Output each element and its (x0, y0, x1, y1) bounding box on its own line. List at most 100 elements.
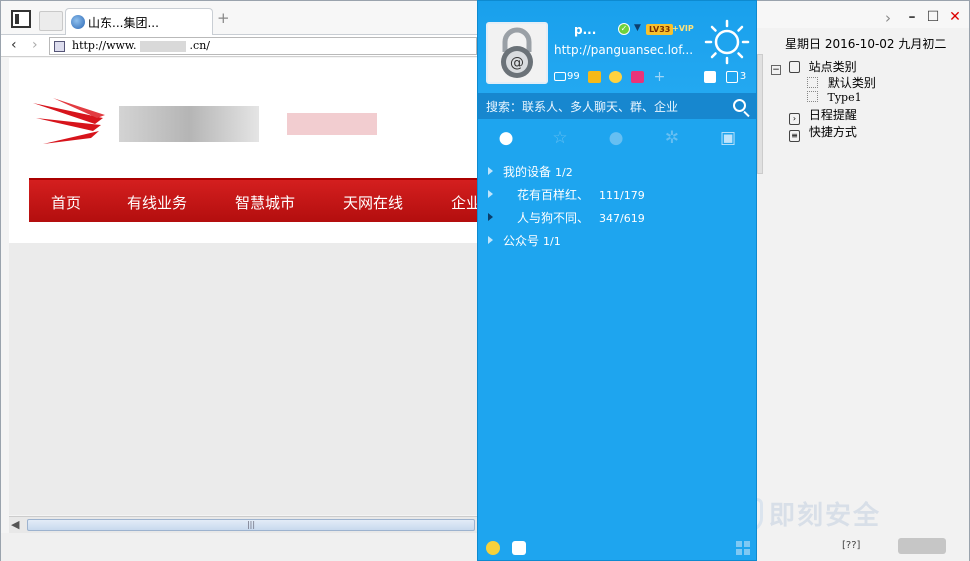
corner-redacted (898, 538, 946, 554)
expand-arrow-icon (488, 213, 493, 221)
tools-icon[interactable] (609, 70, 623, 83)
url-redacted (140, 40, 187, 52)
nickname[interactable]: p... (574, 23, 596, 37)
group-name: 花有百样红、 (517, 188, 590, 202)
top-right-icons: 3 (704, 69, 746, 83)
new-tab-button[interactable]: + (217, 9, 230, 27)
qq-bottom-bar (486, 541, 534, 558)
back-button[interactable]: ‹ (11, 37, 17, 53)
group-count: 347/619 (599, 212, 645, 225)
group-name: 我的设备 (503, 165, 552, 179)
watermark-text: 即刻安全 (769, 501, 882, 531)
level-badge[interactable]: LV33 (646, 24, 674, 35)
navigation-bar: ‹ › http://www. .cn/ (1, 35, 477, 57)
tree-item-type1[interactable]: Type1 (807, 91, 862, 104)
tab-apps-icon[interactable]: ✲ (662, 128, 682, 148)
leaf-icon (807, 91, 818, 102)
site-nav-home[interactable]: 首页 (51, 192, 81, 213)
site-nav-smart-city[interactable]: 智慧城市 (235, 192, 295, 213)
tree-item-label: 站点类别 (808, 60, 857, 74)
message-box-icon[interactable] (725, 70, 738, 83)
tree-item-label: 默认类别 (827, 76, 876, 90)
weather-sun-icon[interactable] (704, 19, 750, 65)
close-button[interactable]: ✕ (947, 9, 963, 25)
app-shortcuts: 99 + (554, 69, 671, 84)
url-prefix: http://www. (72, 39, 137, 52)
group-friends-2[interactable]: 人与狗不同、 347/619 (488, 209, 645, 226)
vip-label: VIP (678, 24, 694, 33)
ie-globe-icon (71, 15, 85, 29)
mail-icon[interactable] (554, 72, 566, 81)
shortcut-icon: ≡ (789, 130, 800, 142)
minimize-button[interactable]: – (904, 9, 920, 25)
search-placeholder: 搜索：联系人、多人聊天、群、企业 (486, 100, 679, 114)
group-name: 公众号 (503, 234, 540, 248)
group-count: 1/2 (555, 166, 573, 179)
status-bar (1, 533, 477, 561)
group-my-devices[interactable]: 我的设备 1/2 (488, 163, 573, 180)
scroll-left-icon[interactable]: ◀ (11, 518, 19, 531)
tab-groups-icon[interactable]: ● (606, 128, 626, 148)
add-app-icon[interactable]: + (653, 70, 666, 84)
group-count: 1/1 (543, 235, 561, 248)
group-public-accounts[interactable]: 公众号 1/1 (488, 232, 561, 249)
tree-item-label: Type1 (827, 91, 862, 104)
tree-item-label: 日程提醒 (808, 108, 857, 122)
address-bar[interactable]: http://www. .cn/ (49, 37, 477, 55)
tree-item-default[interactable]: 默认类别 (807, 74, 876, 91)
tree-item-site-category[interactable]: − 站点类别 (771, 58, 857, 75)
folder-icon (788, 61, 800, 73)
contact-search[interactable]: 搜索：联系人、多人聊天、群、企业 (478, 93, 756, 119)
tab-title: 山东...集团... (88, 16, 159, 30)
tab-favorites-icon[interactable]: ☆ (550, 128, 570, 148)
app-manager-icon[interactable] (736, 541, 750, 555)
ime-indicator: [??] (842, 540, 861, 551)
main-menu-icon[interactable] (486, 541, 500, 555)
date-label: 星期日 2016-10-02 九月初二 (785, 37, 947, 51)
expand-arrow-icon (488, 190, 493, 198)
page-icon (54, 41, 65, 52)
svg-text:@: @ (510, 55, 524, 71)
logo-subtext-redacted (287, 113, 377, 135)
webpage-content: 首页 有线业务 智慧城市 天网在线 企业 (9, 58, 489, 515)
collapse-icon[interactable]: − (771, 65, 781, 75)
maximize-button[interactable]: ☐ (925, 9, 941, 25)
search-icon[interactable] (733, 99, 746, 112)
url-suffix: .cn/ (189, 39, 210, 52)
online-status-icon[interactable]: ✓ (618, 23, 630, 35)
panel-splitter[interactable] (757, 54, 763, 174)
sidebar-toggle-icon[interactable] (11, 10, 31, 28)
padlock-avatar-icon: @ (488, 24, 546, 82)
forward-button[interactable]: › (32, 37, 38, 53)
group-friends-1[interactable]: 花有百样红、 111/179 (488, 186, 645, 203)
wallet-icon[interactable] (587, 70, 601, 83)
logo-text-redacted (119, 106, 259, 142)
signature[interactable]: http://panguansec.lof... (554, 43, 694, 57)
scroll-thumb[interactable]: ||| (27, 519, 475, 531)
expand-arrow-icon (488, 236, 493, 244)
app-center-icon[interactable] (631, 70, 645, 83)
vip-badge[interactable]: +VIP (672, 24, 694, 33)
site-logo[interactable] (33, 98, 105, 148)
tree-item-shortcuts[interactable]: ≡ 快捷方式 (789, 123, 857, 142)
tab-recent-chats-icon[interactable]: ▣ (718, 128, 738, 148)
site-header: 首页 有线业务 智慧城市 天网在线 企业 (9, 58, 489, 243)
site-nav-online[interactable]: 天网在线 (343, 192, 403, 213)
skin-icon[interactable] (704, 70, 716, 83)
tab-contacts-icon[interactable]: ● (496, 128, 516, 148)
status-dropdown-icon[interactable]: ▼ (634, 23, 641, 33)
tab-active[interactable]: 山东...集团... (65, 8, 213, 35)
tree-item-label: 快捷方式 (808, 125, 857, 139)
message-count: 3 (739, 71, 747, 82)
calendar-panel: 星期日 2016-10-02 九月初二 − 站点类别 默认类别 Type1 › … (757, 28, 969, 561)
horizontal-scrollbar[interactable]: ◀ ||| (9, 516, 477, 533)
mail-count: 99 (567, 71, 580, 82)
site-nav-cable[interactable]: 有线业务 (127, 192, 187, 213)
avatar[interactable]: @ (486, 22, 548, 84)
site-nav-bar: 首页 有线业务 智慧城市 天网在线 企业 (29, 178, 489, 222)
group-name: 人与狗不同、 (517, 211, 590, 225)
chevron-right-icon[interactable]: › (885, 9, 891, 27)
qq-main-panel: @ p... ✓ ▼ LV33 +VIP http://panguansec.l… (477, 0, 757, 561)
tab-blank[interactable] (39, 11, 63, 31)
settings-icon[interactable] (511, 541, 526, 555)
